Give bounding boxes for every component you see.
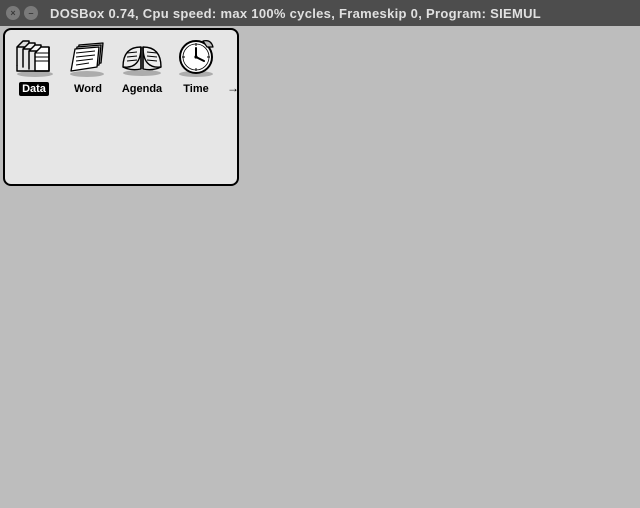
window-title: DOSBox 0.74, Cpu speed: max 100% cycles,…: [50, 6, 541, 21]
time-icon: [171, 34, 221, 80]
minimize-icon[interactable]: –: [24, 6, 38, 20]
scroll-right-icon[interactable]: →: [227, 81, 239, 95]
launcher-label-data: Data: [19, 82, 49, 96]
agenda-icon: [117, 34, 167, 80]
launcher-item-data[interactable]: Data: [9, 34, 59, 96]
launcher-label-time: Time: [180, 82, 211, 96]
word-icon: [63, 34, 113, 80]
launcher-label-word: Word: [71, 82, 105, 96]
launcher-window: Data Word: [3, 28, 239, 186]
launcher-row: Data Word: [5, 30, 237, 96]
launcher-item-time[interactable]: Time: [171, 34, 221, 96]
launcher-item-agenda[interactable]: Agenda: [117, 34, 167, 96]
data-icon: [9, 34, 59, 80]
window-titlebar: × – DOSBox 0.74, Cpu speed: max 100% cyc…: [0, 0, 640, 26]
close-icon[interactable]: ×: [6, 6, 20, 20]
launcher-item-word[interactable]: Word: [63, 34, 113, 96]
launcher-label-agenda: Agenda: [119, 82, 165, 96]
